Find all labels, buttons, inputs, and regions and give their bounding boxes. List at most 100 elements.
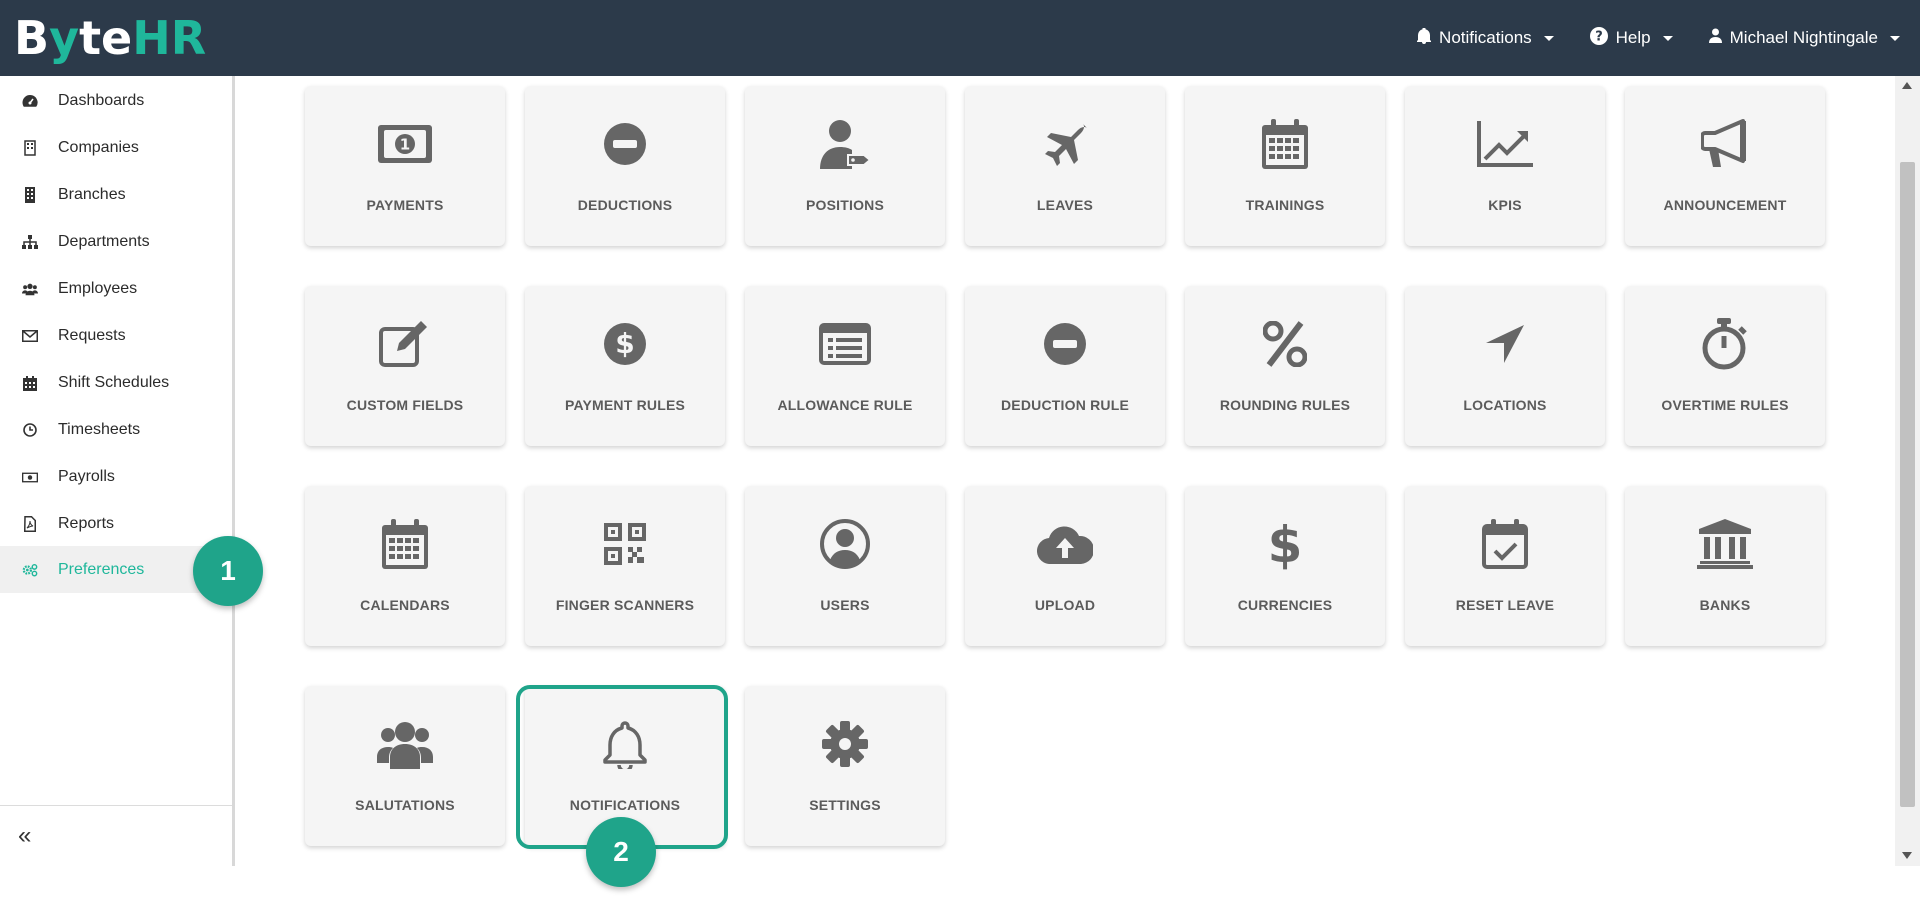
- user-circle-icon: [745, 516, 945, 572]
- card-trainings[interactable]: TRAININGS: [1185, 86, 1385, 246]
- qrcode-icon: [525, 516, 725, 572]
- cogs-icon: [22, 562, 38, 578]
- sidebar-item-requests[interactable]: Requests: [0, 314, 232, 358]
- scroll-down-arrow-icon[interactable]: [1902, 852, 1912, 859]
- preferences-grid: 1 PAYMENTS DEDUCTIONS POSITIONS LEAVES T…: [238, 76, 1895, 866]
- minus-circle-icon: [965, 316, 1165, 372]
- sidebar-item-label: Branches: [58, 186, 126, 203]
- building-icon: [22, 140, 38, 156]
- card-settings[interactable]: SETTINGS: [745, 686, 945, 846]
- card-label: CALENDARS: [360, 597, 450, 613]
- notifications-dropdown[interactable]: Notifications: [1417, 26, 1554, 49]
- scrollbar-thumb[interactable]: [1900, 162, 1915, 807]
- card-upload[interactable]: UPLOAD: [965, 486, 1165, 646]
- university-icon: [1625, 516, 1825, 572]
- card-users[interactable]: USERS: [745, 486, 945, 646]
- calendar-icon: [305, 516, 505, 572]
- card-deductions[interactable]: DEDUCTIONS: [525, 86, 725, 246]
- user-tag-icon: [745, 116, 945, 172]
- card-overtime-rules[interactable]: OVERTIME RULES: [1625, 286, 1825, 446]
- user-icon: [1708, 28, 1722, 48]
- card-locations[interactable]: LOCATIONS: [1405, 286, 1605, 446]
- sidebar-item-label: Employees: [58, 280, 138, 297]
- card-allowance-rule[interactable]: ALLOWANCE RULE: [745, 286, 945, 446]
- card-finger-scanners[interactable]: FINGER SCANNERS: [525, 486, 725, 646]
- bytehr-logo[interactable]: By te HR: [14, 11, 207, 65]
- building-solid-icon: [22, 187, 38, 203]
- chevron-down-icon: [1890, 35, 1900, 41]
- cloud-upload-icon: [965, 516, 1165, 572]
- chevron-down-icon: [1662, 35, 1673, 41]
- help-dropdown[interactable]: ? Help: [1589, 26, 1673, 50]
- card-label: DEDUCTIONS: [577, 197, 673, 213]
- sidebar-item-label: Departments: [58, 233, 150, 250]
- question-circle-icon: ?: [1589, 26, 1608, 50]
- svg-text:$: $: [615, 327, 634, 360]
- logo-letters-hr: HR: [132, 11, 207, 65]
- step-2-badge: 2: [586, 817, 656, 887]
- top-nav-menu: Notifications ? Help Michael Nightingale: [1417, 0, 1900, 76]
- card-rounding-rules[interactable]: ROUNDING RULES: [1185, 286, 1385, 446]
- sidebar: Dashboards Companies Branches Department…: [0, 76, 235, 866]
- sidebar-item-departments[interactable]: Departments: [0, 220, 232, 264]
- card-label: UPLOAD: [1034, 597, 1096, 613]
- card-label: CURRENCIES: [1237, 597, 1333, 613]
- card-kpis[interactable]: KPIS: [1405, 86, 1605, 246]
- collapse-sidebar-button[interactable]: «: [0, 805, 232, 866]
- sidebar-item-companies[interactable]: Companies: [0, 126, 232, 170]
- card-label: TRAININGS: [1245, 197, 1325, 213]
- top-navbar: By te HR Notifications ? Help Michael Nigh…: [0, 0, 1920, 76]
- user-dropdown[interactable]: Michael Nightingale: [1708, 28, 1900, 48]
- card-announcement[interactable]: ANNOUNCEMENT: [1625, 86, 1825, 246]
- card-label: RESET LEAVE: [1455, 597, 1555, 613]
- card-salutations[interactable]: SALUTATIONS: [305, 686, 505, 846]
- card-positions[interactable]: POSITIONS: [745, 86, 945, 246]
- sidebar-item-reports[interactable]: Reports: [0, 502, 232, 546]
- envelope-icon: [22, 328, 38, 344]
- card-leaves[interactable]: LEAVES: [965, 86, 1165, 246]
- step-2-number: 2: [613, 836, 629, 867]
- sidebar-item-label: Requests: [58, 327, 126, 344]
- sidebar-item-employees[interactable]: Employees: [0, 267, 232, 311]
- sidebar-item-branches[interactable]: Branches: [0, 173, 232, 217]
- chart-line-icon: [1405, 116, 1605, 172]
- card-label: BANKS: [1699, 597, 1751, 613]
- help-label: Help: [1615, 28, 1651, 47]
- sidebar-item-shift-schedules[interactable]: Shift Schedules: [0, 361, 232, 405]
- percent-icon: [1185, 316, 1385, 372]
- card-deduction-rule[interactable]: DEDUCTION RULE: [965, 286, 1165, 446]
- card-currencies[interactable]: $ CURRENCIES: [1185, 486, 1385, 646]
- sidebar-item-payrolls[interactable]: Payrolls: [0, 455, 232, 499]
- scroll-up-arrow-icon[interactable]: [1902, 82, 1912, 89]
- users-icon: [305, 716, 505, 772]
- sidebar-item-dashboards[interactable]: Dashboards: [0, 79, 232, 123]
- card-label: KPIS: [1488, 197, 1522, 213]
- card-payment-rules[interactable]: $ PAYMENT RULES: [525, 286, 725, 446]
- vertical-scrollbar[interactable]: [1895, 76, 1920, 866]
- card-payments[interactable]: 1 PAYMENTS: [305, 86, 505, 246]
- card-calendars[interactable]: CALENDARS: [305, 486, 505, 646]
- card-label: CUSTOM FIELDS: [346, 397, 464, 413]
- dollar-circle-icon: $: [525, 316, 725, 372]
- list-alt-icon: [745, 316, 945, 372]
- logo-letters-te: te: [79, 11, 133, 65]
- users-icon: [22, 281, 38, 297]
- card-label: LOCATIONS: [1463, 397, 1547, 413]
- card-custom-fields[interactable]: CUSTOM FIELDS: [305, 286, 505, 446]
- card-label: SETTINGS: [809, 797, 881, 813]
- location-arrow-icon: [1405, 316, 1605, 372]
- sidebar-item-label: Timesheets: [58, 421, 141, 438]
- dollar-sign-icon: $: [1185, 516, 1385, 572]
- svg-text:?: ?: [1595, 29, 1603, 44]
- logo-letter-y: y: [49, 11, 80, 65]
- card-banks[interactable]: BANKS: [1625, 486, 1825, 646]
- step-1-badge: 1: [193, 536, 263, 606]
- sidebar-item-timesheets[interactable]: Timesheets: [0, 408, 232, 452]
- sidebar-item-label: Companies: [58, 139, 139, 156]
- card-reset-leave[interactable]: RESET LEAVE: [1405, 486, 1605, 646]
- dashboard-icon: [22, 93, 38, 109]
- card-label: LEAVES: [1036, 197, 1094, 213]
- pdf-file-icon: [22, 516, 38, 532]
- sidebar-item-label: Shift Schedules: [58, 374, 170, 391]
- sidebar-item-label: Preferences: [58, 560, 145, 578]
